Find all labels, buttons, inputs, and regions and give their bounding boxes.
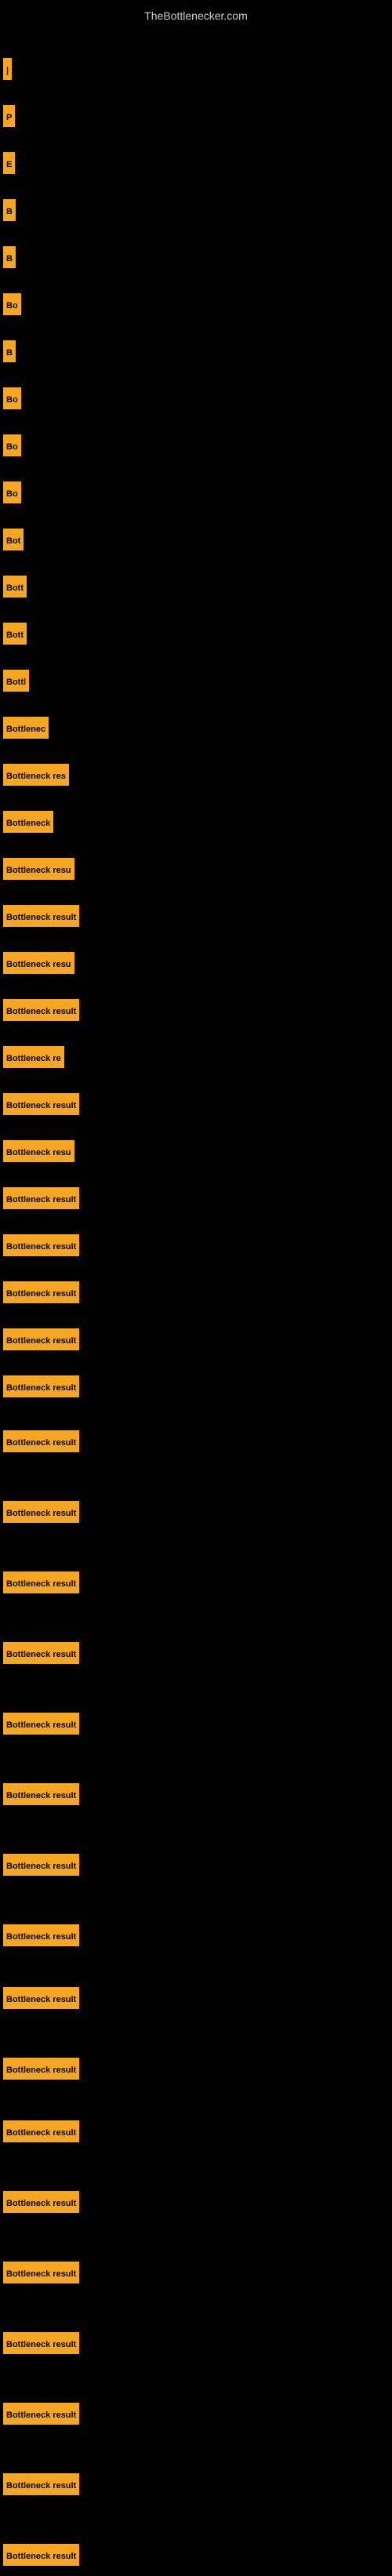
bar-row: Bottleneck result <box>0 1976 392 2019</box>
bar-row: Bo <box>0 471 392 514</box>
bar-label: | <box>3 58 12 80</box>
bar-label: E <box>3 152 15 174</box>
bar-row: Bottleneck resu <box>0 847 392 890</box>
bar-row: Bottleneck result <box>0 2047 392 2090</box>
bar-row: Bottleneck re <box>0 1035 392 1078</box>
bar-label: Bottleneck result <box>3 1430 79 1452</box>
bar-label: B <box>3 340 16 362</box>
bar-row: Bottleneck result <box>0 1913 392 1957</box>
bar-label: Bottleneck result <box>3 2058 79 2080</box>
bar-row: Bottleneck result <box>0 2392 392 2435</box>
bar-label: Bottleneck result <box>3 2262 79 2284</box>
bar-label: Bottleneck resu <box>3 1140 74 1162</box>
bar-label: Bo <box>3 293 21 315</box>
bar-row: Bottl <box>0 659 392 702</box>
bar-label: Bottleneck result <box>3 2120 79 2142</box>
bar-row: Bottlenec <box>0 706 392 749</box>
bar-label: B <box>3 199 16 221</box>
bar-row: | <box>0 47 392 90</box>
bar-row: Bottleneck resu <box>0 941 392 984</box>
bar-row: Bottleneck result <box>0 1082 392 1125</box>
bar-label: Bottleneck result <box>3 1501 79 1523</box>
bar-row: Bottleneck result <box>0 2180 392 2223</box>
bar-row: Bottleneck res <box>0 753 392 796</box>
bar-label: Bottleneck result <box>3 2191 79 2213</box>
bar-row: Bot <box>0 518 392 561</box>
bar-row: B <box>0 188 392 231</box>
bar-row: Bottleneck result <box>0 1364 392 1408</box>
bar-row: Bo <box>0 376 392 420</box>
bar-row: Bottleneck result <box>0 1702 392 1745</box>
bar-label: Bott <box>3 623 27 645</box>
bar-row: Bottleneck result <box>0 1176 392 1219</box>
bar-label: Bottl <box>3 670 29 692</box>
bar-label: Bottleneck result <box>3 1642 79 1664</box>
bar-row: P <box>0 94 392 137</box>
bar-label: Bottleneck result <box>3 1571 79 1593</box>
bar-label: Bottleneck result <box>3 999 79 1021</box>
bar-row: Bottleneck result <box>0 1772 392 1815</box>
bar-row: Bottleneck result <box>0 1317 392 1361</box>
bar-row: Bottleneck result <box>0 2533 392 2576</box>
bar-row: Bo <box>0 423 392 467</box>
bar-label: B <box>3 246 16 268</box>
bar-row: Bottleneck result <box>0 1490 392 1533</box>
bar-label: Bottleneck result <box>3 1234 79 1256</box>
bar-label: Bo <box>3 481 21 503</box>
bar-row: Bott <box>0 612 392 655</box>
bar-label: Bottleneck result <box>3 1375 79 1397</box>
bar-label: Bottleneck result <box>3 2544 79 2566</box>
bar-label: Bot <box>3 529 24 550</box>
bar-row: Bottleneck result <box>0 1223 392 1266</box>
bar-row: Bottleneck result <box>0 1419 392 1462</box>
bar-label: Bott <box>3 576 27 598</box>
site-title: TheBottlenecker.com <box>0 3 392 28</box>
bar-label: Bottleneck res <box>3 764 69 786</box>
bar-label: Bottleneck resu <box>3 952 74 974</box>
bar-row: Bottleneck resu <box>0 1129 392 1172</box>
bar-label: Bottleneck result <box>3 1987 79 2009</box>
bar-label: Bottleneck resu <box>3 858 74 880</box>
bar-row: Bo <box>0 282 392 325</box>
bar-label: Bottleneck <box>3 811 53 833</box>
bar-row: Bottleneck result <box>0 1631 392 1674</box>
bar-label: Bo <box>3 434 21 456</box>
bar-row: Bottleneck result <box>0 1843 392 1886</box>
bar-row: Bottleneck result <box>0 1270 392 1313</box>
bar-row: Bottleneck result <box>0 2109 392 2153</box>
bar-label: Bottleneck result <box>3 1854 79 1876</box>
bar-row: B <box>0 329 392 372</box>
bar-label: Bottleneck result <box>3 2473 79 2495</box>
bar-label: Bottleneck result <box>3 1924 79 1946</box>
bar-row: Bottleneck result <box>0 2462 392 2505</box>
bar-label: P <box>3 105 15 127</box>
bar-label: Bottleneck result <box>3 1328 79 1350</box>
bar-label: Bottleneck result <box>3 1187 79 1209</box>
bar-label: Bottleneck result <box>3 2332 79 2354</box>
bar-row: Bottleneck result <box>0 988 392 1031</box>
bar-label: Bottleneck result <box>3 2403 79 2425</box>
bar-label: Bottleneck result <box>3 905 79 927</box>
bar-row: Bottleneck result <box>0 2251 392 2294</box>
bar-label: Bottleneck re <box>3 1046 64 1068</box>
bar-row: Bottleneck result <box>0 2321 392 2364</box>
bar-row: Bott <box>0 565 392 608</box>
bar-row: B <box>0 235 392 278</box>
bar-label: Bottlenec <box>3 717 49 739</box>
bar-label: Bo <box>3 387 21 409</box>
bar-label: Bottleneck result <box>3 1783 79 1805</box>
bar-row: Bottleneck result <box>0 894 392 937</box>
bar-row: Bottleneck <box>0 800 392 843</box>
bar-label: Bottleneck result <box>3 1281 79 1303</box>
bar-label: Bottleneck result <box>3 1093 79 1115</box>
bar-row: Bottleneck result <box>0 1560 392 1604</box>
bar-label: Bottleneck result <box>3 1713 79 1735</box>
bar-row: E <box>0 141 392 184</box>
